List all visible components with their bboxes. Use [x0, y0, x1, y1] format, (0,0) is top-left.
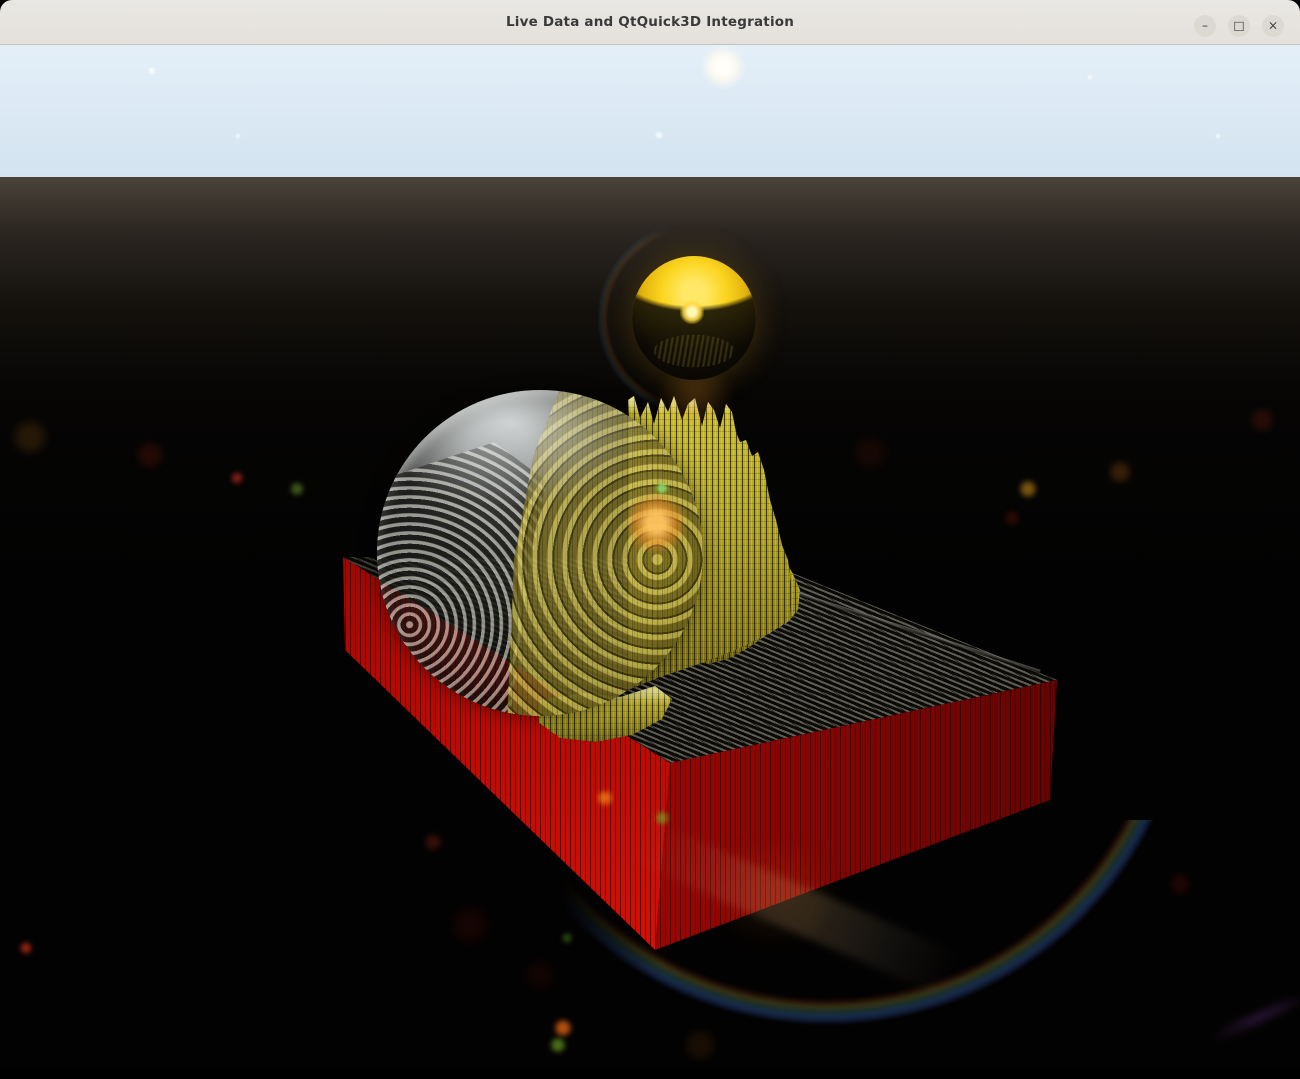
gold-sphere-sun-reflection — [680, 300, 704, 324]
maximize-button[interactable]: □ — [1228, 15, 1250, 37]
3d-viewport[interactable] — [0, 45, 1300, 1079]
close-button[interactable]: × — [1262, 15, 1284, 37]
glass-orange-glow — [627, 490, 685, 556]
gold-sphere — [632, 256, 756, 380]
sun-glow — [701, 45, 745, 89]
sky — [0, 45, 1300, 177]
window-titlebar[interactable]: Live Data and QtQuick3D Integration – □ … — [0, 0, 1300, 45]
warm-haze-on-red-face — [700, 845, 850, 940]
minimize-button[interactable]: – — [1194, 15, 1216, 37]
maximize-icon: □ — [1233, 20, 1244, 32]
app-window: Live Data and QtQuick3D Integration – □ … — [0, 0, 1300, 1079]
close-icon: × — [1268, 20, 1278, 32]
window-controls: – □ × — [1194, 15, 1284, 37]
window-title: Live Data and QtQuick3D Integration — [0, 0, 1300, 44]
bottom-edge — [0, 1067, 1300, 1079]
glass-sphere — [377, 390, 703, 716]
glass-green-sparkle — [654, 480, 670, 496]
minimize-icon: – — [1202, 20, 1208, 32]
